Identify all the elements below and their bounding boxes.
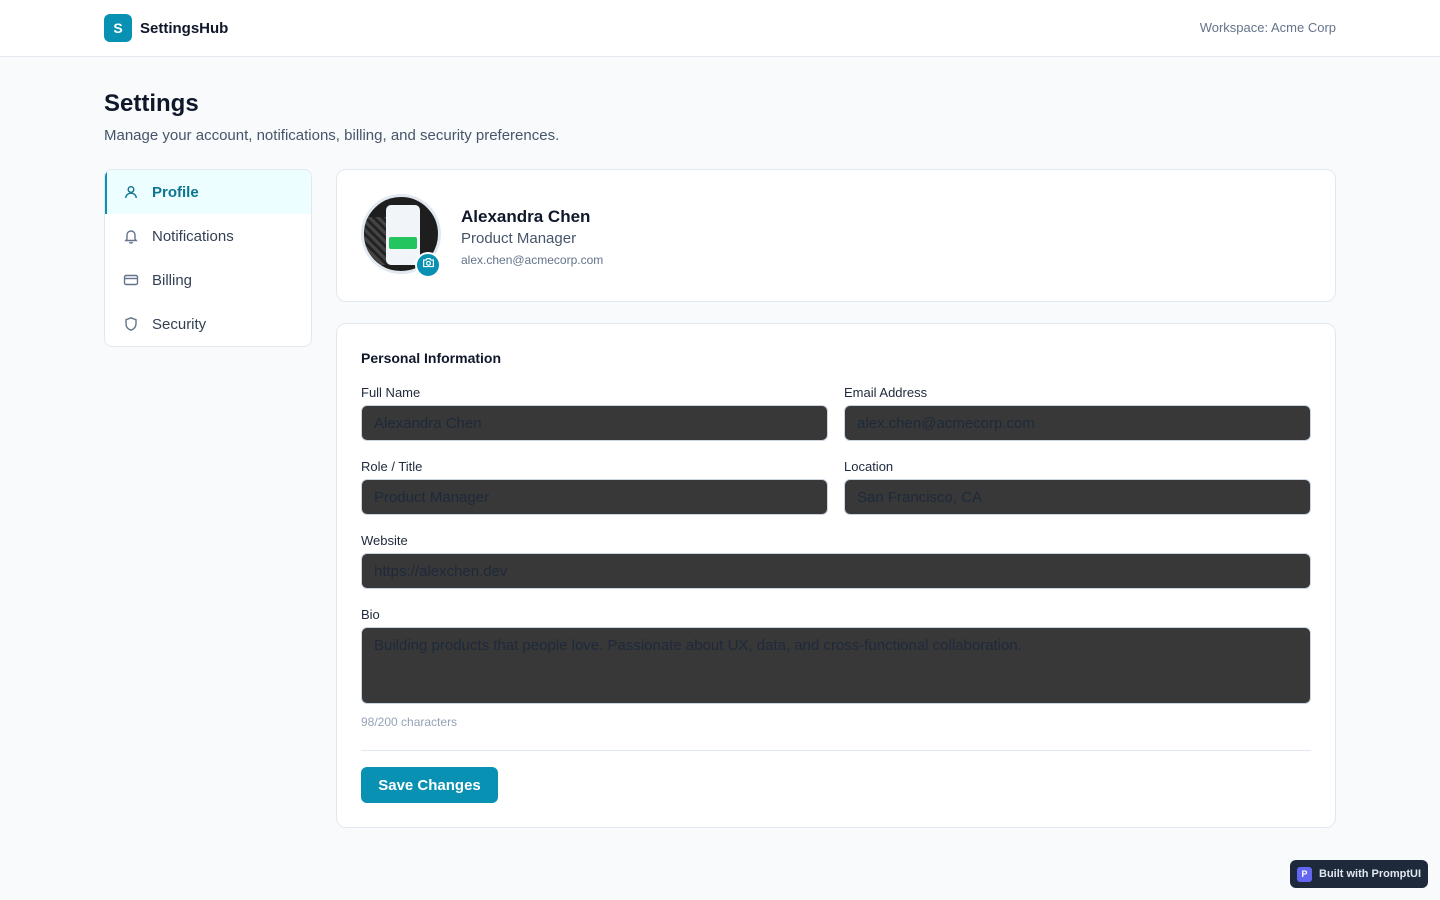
full-name-label: Full Name [361,385,421,400]
email-label: Email Address [844,385,928,400]
sidebar-item-notifications[interactable]: Notifications [105,214,311,258]
page-title: Settings [104,90,199,117]
sidebar-item-label: Security [152,315,207,333]
change-avatar-button[interactable] [415,252,441,278]
personal-information-card: Personal Information Full Name Email Add… [336,323,1336,828]
website-input[interactable] [361,553,1311,589]
sidebar-item-label: Notifications [152,227,234,245]
avatar-keyboard [364,217,386,265]
website-label: Website [361,533,408,548]
settings-sidebar: Profile Notifications Billing Security [104,169,312,347]
shield-icon [123,316,139,332]
top-bar: S SettingsHub Workspace: Acme Corp [0,0,1440,57]
save-changes-button[interactable]: Save Changes [361,767,498,803]
email-input[interactable] [844,405,1311,441]
sidebar-item-label: Billing [152,271,193,289]
full-name-input[interactable] [361,405,828,441]
avatar-screen-bar [389,237,417,249]
bio-char-count: 98/200 characters [361,715,458,729]
camera-icon [422,256,435,274]
location-label: Location [844,459,894,474]
brand[interactable]: S SettingsHub [104,14,228,42]
workspace-label: Workspace: Acme Corp [1199,20,1336,35]
location-input[interactable] [844,479,1311,515]
sidebar-item-profile[interactable]: Profile [105,170,311,214]
bio-label: Bio [361,607,380,622]
profile-role: Product Manager [461,230,577,247]
user-icon [123,184,139,200]
section-title: Personal Information [361,350,502,366]
bio-textarea[interactable]: Building products that people love. Pass… [361,627,1311,704]
app-name: SettingsHub [140,19,229,37]
profile-email: alex.chen@acmecorp.com [461,253,604,267]
built-with-badge[interactable]: P Built with PromptUI [1290,860,1428,888]
promptui-logo: P [1297,866,1312,882]
brand-logo: S [104,14,132,42]
profile-name: Alexandra Chen [461,207,591,226]
sidebar-item-security[interactable]: Security [105,302,311,346]
page-subtitle: Manage your account, notifications, bill… [104,127,560,144]
credit-card-icon [123,272,139,288]
badge-text: Built with PromptUI [1319,868,1422,880]
sidebar-item-label: Profile [152,183,199,201]
bell-icon [123,228,139,244]
role-label: Role / Title [361,459,423,474]
sidebar-item-billing[interactable]: Billing [105,258,311,302]
avatar-phone-screen [386,205,420,265]
profile-summary-card: Alexandra Chen Product Manager alex.chen… [336,169,1336,302]
role-input[interactable] [361,479,828,515]
divider [361,750,1311,751]
